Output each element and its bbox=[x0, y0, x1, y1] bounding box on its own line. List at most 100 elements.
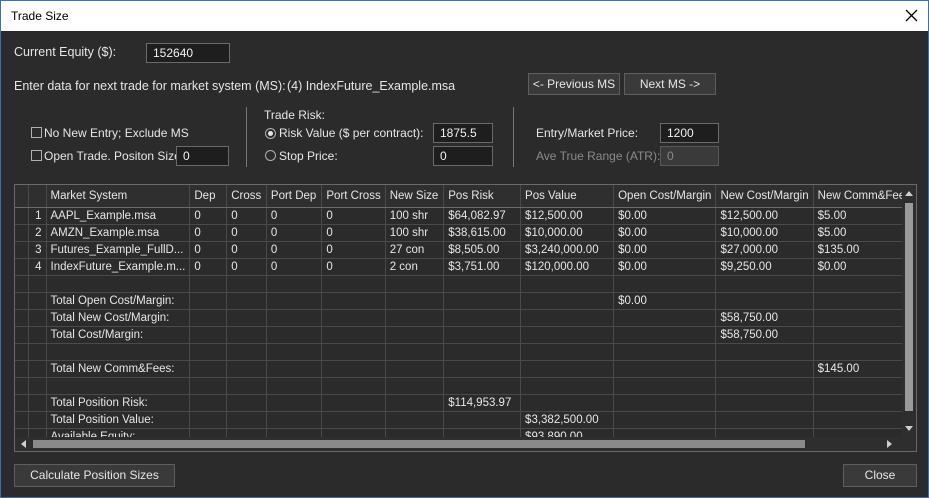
vertical-scroll-thumb[interactable] bbox=[905, 203, 913, 411]
table-row[interactable]: 2 AMZN_Example.msa 0 0 0 0 100 shr $38,615.00 $1… bbox=[15, 224, 916, 242]
calculate-position-sizes-button[interactable]: Calculate Position Sizes bbox=[14, 464, 175, 487]
column-header[interactable]: New Size bbox=[385, 185, 445, 208]
table-cell: $120,000.00 bbox=[520, 258, 615, 276]
table-cell bbox=[613, 377, 717, 395]
risk-value-radio[interactable] bbox=[265, 128, 276, 139]
window-close-button[interactable] bbox=[896, 1, 928, 31]
close-button[interactable]: Close bbox=[843, 464, 917, 487]
row-selector[interactable] bbox=[15, 241, 30, 259]
vertical-scrollbar[interactable] bbox=[902, 185, 916, 439]
table-row[interactable] bbox=[15, 377, 916, 395]
row-selector[interactable] bbox=[15, 411, 30, 429]
previous-ms-button[interactable]: <- Previous MS bbox=[528, 73, 620, 95]
column-header[interactable] bbox=[28, 185, 47, 208]
scroll-left-icon[interactable] bbox=[20, 440, 26, 448]
row-selector[interactable] bbox=[15, 207, 30, 225]
open-trade-checkbox[interactable] bbox=[31, 150, 42, 161]
row-selector[interactable] bbox=[15, 275, 30, 293]
table-row[interactable] bbox=[15, 275, 916, 293]
column-header[interactable]: Pos Value bbox=[520, 185, 615, 208]
table-row[interactable]: Total New Comm&Fees: $145.00 bbox=[15, 360, 916, 378]
table-row[interactable]: 3 Futures_Example_FullD... 0 0 0 0 27 con $8,50… bbox=[15, 241, 916, 259]
table-cell bbox=[28, 343, 47, 361]
table-row[interactable]: Total Cost/Margin: $58,750.00 bbox=[15, 326, 916, 344]
table-cell bbox=[520, 326, 615, 344]
table-cell: $9,250.00 bbox=[715, 258, 814, 276]
table-cell bbox=[266, 394, 323, 412]
table-cell bbox=[28, 411, 47, 429]
horizontal-scroll-thumb[interactable] bbox=[33, 440, 805, 448]
risk-value-input[interactable] bbox=[433, 123, 493, 143]
current-equity-label: Current Equity ($): bbox=[14, 45, 117, 59]
open-trade-size-input[interactable] bbox=[176, 146, 229, 166]
next-ms-button[interactable]: Next MS -> bbox=[624, 73, 716, 95]
table-cell: 1 bbox=[28, 207, 47, 225]
row-selector[interactable] bbox=[15, 326, 30, 344]
row-selector[interactable] bbox=[15, 258, 30, 276]
table-row[interactable]: Total Position Risk: $114,953.97 bbox=[15, 394, 916, 412]
table-cell bbox=[266, 343, 323, 361]
atr-label: Ave True Range (ATR): bbox=[536, 149, 661, 163]
current-market-system: (4) IndexFuture_Example.msa bbox=[287, 79, 456, 93]
table-cell: $0.00 bbox=[613, 292, 717, 310]
close-icon bbox=[905, 9, 918, 22]
horizontal-scrollbar[interactable] bbox=[15, 437, 916, 451]
column-header[interactable]: New Cost/Margin bbox=[715, 185, 814, 208]
column-header[interactable]: Cross bbox=[226, 185, 267, 208]
table-cell bbox=[226, 343, 267, 361]
row-selector[interactable] bbox=[15, 343, 30, 361]
table-cell: 0 bbox=[226, 258, 267, 276]
column-header[interactable]: Open Cost/Margin bbox=[613, 185, 717, 208]
table-cell bbox=[520, 292, 615, 310]
column-header[interactable]: Market System bbox=[46, 185, 191, 208]
entry-price-input[interactable] bbox=[660, 123, 719, 143]
table-row[interactable]: Total New Cost/Margin: $58,750.00 bbox=[15, 309, 916, 327]
table-cell bbox=[189, 343, 228, 361]
table-cell bbox=[715, 377, 814, 395]
table-cell bbox=[385, 377, 445, 395]
table-cell: $0.00 bbox=[613, 241, 717, 259]
table-cell: $3,751.00 bbox=[443, 258, 522, 276]
position-grid[interactable]: Market System Dep Cross Port Dep Port Cross N… bbox=[14, 184, 917, 452]
no-new-entry-checkbox[interactable] bbox=[31, 127, 42, 138]
table-row[interactable]: 1 AAPL_Example.msa 0 0 0 0 100 shr $64,082.97 $1… bbox=[15, 207, 916, 225]
row-selector[interactable] bbox=[15, 360, 30, 378]
table-cell: $38,615.00 bbox=[443, 224, 522, 242]
table-cell bbox=[613, 394, 717, 412]
row-selector[interactable] bbox=[15, 224, 30, 242]
table-cell: $0.00 bbox=[613, 207, 717, 225]
table-row[interactable]: Total Open Cost/Margin: $0.00 bbox=[15, 292, 916, 310]
table-cell bbox=[321, 309, 386, 327]
table-cell bbox=[28, 394, 47, 412]
table-cell: Total Open Cost/Margin: bbox=[46, 292, 191, 310]
table-cell bbox=[321, 394, 386, 412]
row-selector[interactable] bbox=[15, 309, 30, 327]
column-header[interactable]: Dep bbox=[189, 185, 228, 208]
table-row[interactable] bbox=[15, 343, 916, 361]
table-cell bbox=[443, 326, 522, 344]
scroll-down-icon[interactable] bbox=[905, 426, 913, 432]
column-header[interactable]: Port Cross bbox=[321, 185, 386, 208]
stop-price-radio[interactable] bbox=[265, 150, 276, 161]
scroll-right-icon[interactable] bbox=[887, 440, 893, 448]
table-cell bbox=[813, 343, 916, 361]
trade-size-dialog: Trade Size Current Equity ($): Enter dat… bbox=[0, 0, 929, 498]
table-cell bbox=[715, 360, 814, 378]
current-equity-input[interactable] bbox=[146, 43, 230, 63]
scroll-up-icon[interactable] bbox=[905, 190, 913, 196]
table-cell: 0 bbox=[321, 207, 386, 225]
table-cell: 0 bbox=[226, 241, 267, 259]
row-selector[interactable] bbox=[15, 377, 30, 395]
column-header[interactable]: New Comm&Fees bbox=[813, 185, 916, 208]
table-row[interactable]: Total Position Value: $3,382,500.00 bbox=[15, 411, 916, 429]
row-selector[interactable] bbox=[15, 394, 30, 412]
stop-price-input[interactable] bbox=[433, 146, 493, 166]
column-header[interactable]: Port Dep bbox=[266, 185, 323, 208]
table-cell bbox=[189, 309, 228, 327]
row-selector[interactable] bbox=[15, 292, 30, 310]
table-cell: 0 bbox=[266, 207, 323, 225]
table-cell: 0 bbox=[321, 241, 386, 259]
table-cell bbox=[813, 411, 916, 429]
column-header[interactable]: Pos Risk bbox=[443, 185, 522, 208]
table-row[interactable]: 4 IndexFuture_Example.m... 0 0 0 0 2 con $3,751… bbox=[15, 258, 916, 276]
